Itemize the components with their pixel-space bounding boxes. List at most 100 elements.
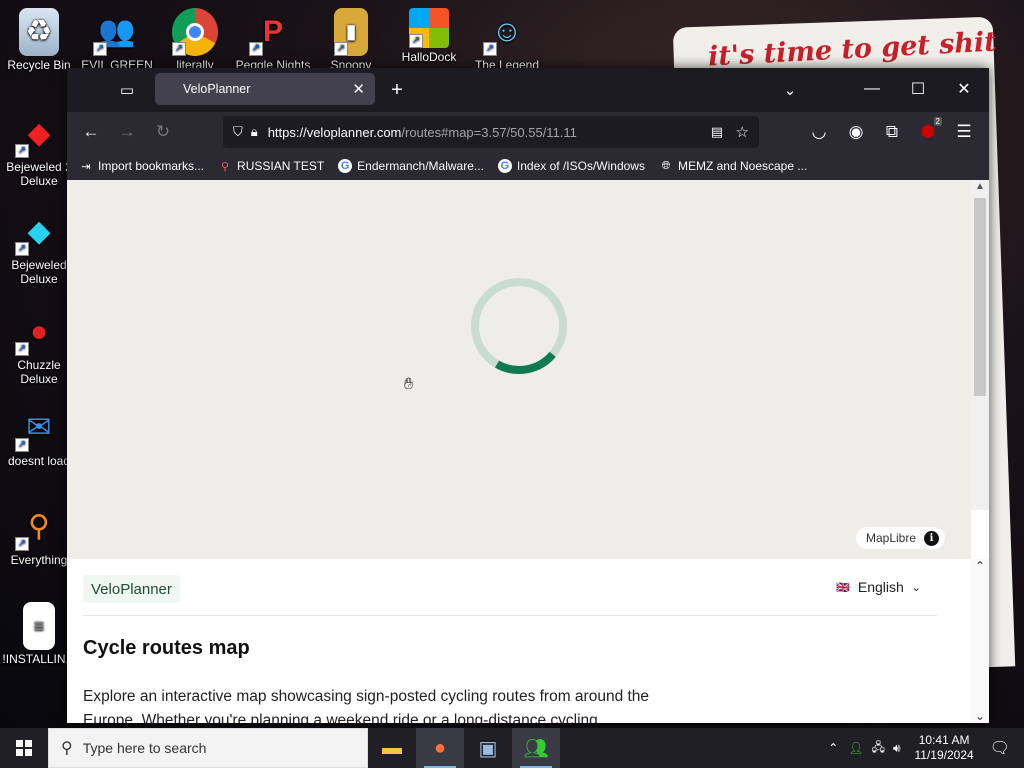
- peggle-icon: P ↗: [249, 8, 297, 56]
- minimize-icon[interactable]: —: [849, 74, 895, 104]
- maplibre-attribution[interactable]: MapLibre i: [855, 527, 945, 549]
- bookmark-memz[interactable]: 🌐︎ MEMZ and Noescape ...: [659, 159, 808, 173]
- start-button[interactable]: [0, 728, 48, 768]
- language-label: English: [857, 579, 904, 595]
- divider: [83, 615, 937, 616]
- browser-window: ▭ VeloPlanner ✕ + ⌄ — ☐ ✕ ← → ↻ ⛉ 🔒︎ htt…: [67, 68, 989, 723]
- thunderbird-icon: ✉ ↗: [15, 404, 63, 452]
- desktop-icon-hallodock[interactable]: ↗ HalloDock: [390, 8, 468, 64]
- url-bar[interactable]: ⛉ 🔒︎ https://veloplanner.com/routes#map=…: [223, 116, 759, 148]
- bookmark-russian-test[interactable]: ⚲ RUSSIAN TEST: [218, 159, 324, 173]
- desktop-icon-snoopy[interactable]: ▮ ↗ Snoopy: [312, 8, 390, 72]
- shield-icon[interactable]: ⛉: [233, 124, 243, 140]
- list-tabs-chevron-icon[interactable]: ⌄: [774, 74, 806, 106]
- taskbar-file-explorer[interactable]: ▬: [368, 728, 416, 768]
- pocket-icon[interactable]: ◡: [805, 119, 833, 145]
- text-file-icon: ≡: [23, 602, 55, 650]
- close-tab-icon[interactable]: ✕: [352, 80, 365, 98]
- scrollbar-thumb[interactable]: [974, 198, 986, 396]
- folder-icon: ▬: [382, 736, 402, 759]
- gem-icon: ◆ ↗: [15, 208, 63, 256]
- scroll-down-icon[interactable]: ⌄: [975, 709, 985, 723]
- import-icon: ⇥: [81, 160, 91, 173]
- desktop-icon-label: Bejeweled Deluxe: [11, 258, 67, 286]
- new-tab-icon[interactable]: +: [381, 74, 413, 106]
- maximize-icon[interactable]: ☐: [895, 74, 941, 104]
- desktop-icon-peggle-nights[interactable]: P ↗ Peggle Nights: [234, 8, 312, 73]
- language-selector[interactable]: 🇬🇧 English ⌄: [836, 579, 921, 595]
- notification-icon[interactable]: 🗨︎: [990, 738, 1010, 758]
- taskbar-app-window[interactable]: ▣: [464, 728, 512, 768]
- desktop-icon-label: Chuzzle Deluxe: [17, 358, 61, 386]
- taskbar-search[interactable]: ⚲ Type here to search: [48, 728, 368, 768]
- chrome-icon: ↗: [172, 8, 218, 56]
- desktop-icon-label: Recycle Bin: [7, 58, 71, 72]
- bookmark-index-isos[interactable]: G Index of /ISOs/Windows: [497, 159, 645, 173]
- info-icon[interactable]: i: [924, 530, 939, 546]
- page-description: Explore an interactive map showcasing si…: [83, 688, 650, 723]
- bookmark-import[interactable]: ⇥ Import bookmarks...: [79, 159, 204, 173]
- volume-icon[interactable]: 🔊︎: [893, 741, 901, 756]
- chevron-up-icon[interactable]: ⌃: [828, 741, 838, 755]
- desktop-icon-evil-green[interactable]: 👥 ↗ EVIL GREEN: [78, 8, 156, 73]
- map-canvas[interactable]: ✋︎ MapLibre i: [67, 180, 971, 559]
- extensions-icon[interactable]: ⧉: [878, 119, 906, 145]
- desktop-icon-the-legend[interactable]: ☺ ↗ The Legend: [468, 8, 546, 73]
- forward-arrow-icon[interactable]: →: [113, 119, 141, 145]
- clock-date: 11/19/2024: [914, 748, 974, 762]
- menu-hamburger-icon[interactable]: ☰: [950, 119, 978, 145]
- desktop-icon-recycle-bin[interactable]: ♻ Recycle Bin: [0, 8, 78, 72]
- network-icon[interactable]: 🖧︎: [872, 738, 885, 759]
- clock-time: 10:41 AM: [918, 733, 970, 747]
- loading-spinner: [471, 278, 567, 374]
- account-icon[interactable]: ◉: [842, 119, 870, 145]
- google-icon: G: [338, 159, 353, 173]
- bookmark-star-icon[interactable]: ☆: [736, 123, 749, 141]
- page-scrollbar[interactable]: ⌃ ⌄: [971, 559, 989, 723]
- hand-cursor-icon: ✋︎: [404, 376, 414, 393]
- back-arrow-icon[interactable]: ←: [77, 119, 105, 145]
- page-body: VeloPlanner 🇬🇧 English ⌄ Cycle routes ma…: [67, 559, 971, 723]
- map-scrollbar[interactable]: ▲: [971, 180, 989, 510]
- tray-app-icon[interactable]: 👤︎: [848, 741, 863, 755]
- taskbar-evil-green[interactable]: 👥︎: [512, 728, 560, 768]
- desktop-icon-label: doesnt load: [7, 454, 71, 468]
- game-character-icon: ☺ ↗: [483, 8, 531, 56]
- reader-view-icon[interactable]: ▤: [711, 124, 723, 140]
- attribution-label: MapLibre: [865, 531, 916, 545]
- taskbar-firefox[interactable]: ●: [416, 728, 464, 768]
- url-host: https://veloplanner.com: [267, 124, 402, 140]
- scroll-up-icon[interactable]: ▲: [975, 181, 985, 192]
- search-icon: ⚲ ↗: [15, 503, 63, 551]
- spinner-arc: [495, 351, 556, 374]
- url-path: /routes#map=3.57/50.55/11.11: [401, 124, 577, 140]
- tab-title: VeloPlanner: [183, 82, 251, 96]
- bookmark-endermanch[interactable]: G Endermanch/Malware...: [338, 159, 484, 173]
- firefox-icon: ●: [433, 736, 447, 759]
- tab-veloplanner[interactable]: VeloPlanner ✕: [155, 73, 375, 105]
- reload-icon[interactable]: ↻: [149, 119, 177, 145]
- bookmark-label: MEMZ and Noescape ...: [677, 159, 808, 173]
- tab-bar: ▭ VeloPlanner ✕ + ⌄ — ☐ ✕: [67, 68, 989, 112]
- uk-flag-icon: 🇬🇧: [836, 581, 850, 594]
- desktop-icon-literally[interactable]: ↗ literally: [156, 8, 234, 72]
- search-icon: ⚲: [221, 160, 230, 173]
- bookmark-label: Import bookmarks...: [98, 159, 205, 173]
- page-content: ✋︎ MapLibre i ▲ VeloPlanner 🇬🇧 English ⌄…: [67, 180, 989, 723]
- users-icon: 👥 ↗: [93, 8, 141, 56]
- ublock-badge: 2: [933, 117, 942, 126]
- globe-icon: 🌐︎: [661, 159, 671, 172]
- scroll-up-icon[interactable]: ⌃: [975, 559, 985, 573]
- search-icon: ⚲: [61, 740, 73, 757]
- firefox-view-icon[interactable]: ▭: [111, 74, 143, 106]
- taskbar: ⚲ Type here to search ▬ ● ▣ 👥︎ ⌃ 👤︎ 🖧︎ 🔊…: [0, 728, 1024, 768]
- windows-logo-icon: ↗: [409, 8, 449, 48]
- close-window-icon[interactable]: ✕: [941, 74, 987, 104]
- ublock-icon[interactable]: ⬢ 2: [914, 117, 942, 145]
- bookmark-label: Endermanch/Malware...: [357, 159, 484, 173]
- clock[interactable]: 10:41 AM 11/19/2024: [915, 733, 974, 763]
- lock-icon[interactable]: 🔒︎: [251, 124, 258, 140]
- page-title: Cycle routes map: [83, 637, 250, 659]
- brand-link[interactable]: VeloPlanner: [83, 575, 180, 603]
- chevron-down-icon: ⌄: [911, 581, 921, 594]
